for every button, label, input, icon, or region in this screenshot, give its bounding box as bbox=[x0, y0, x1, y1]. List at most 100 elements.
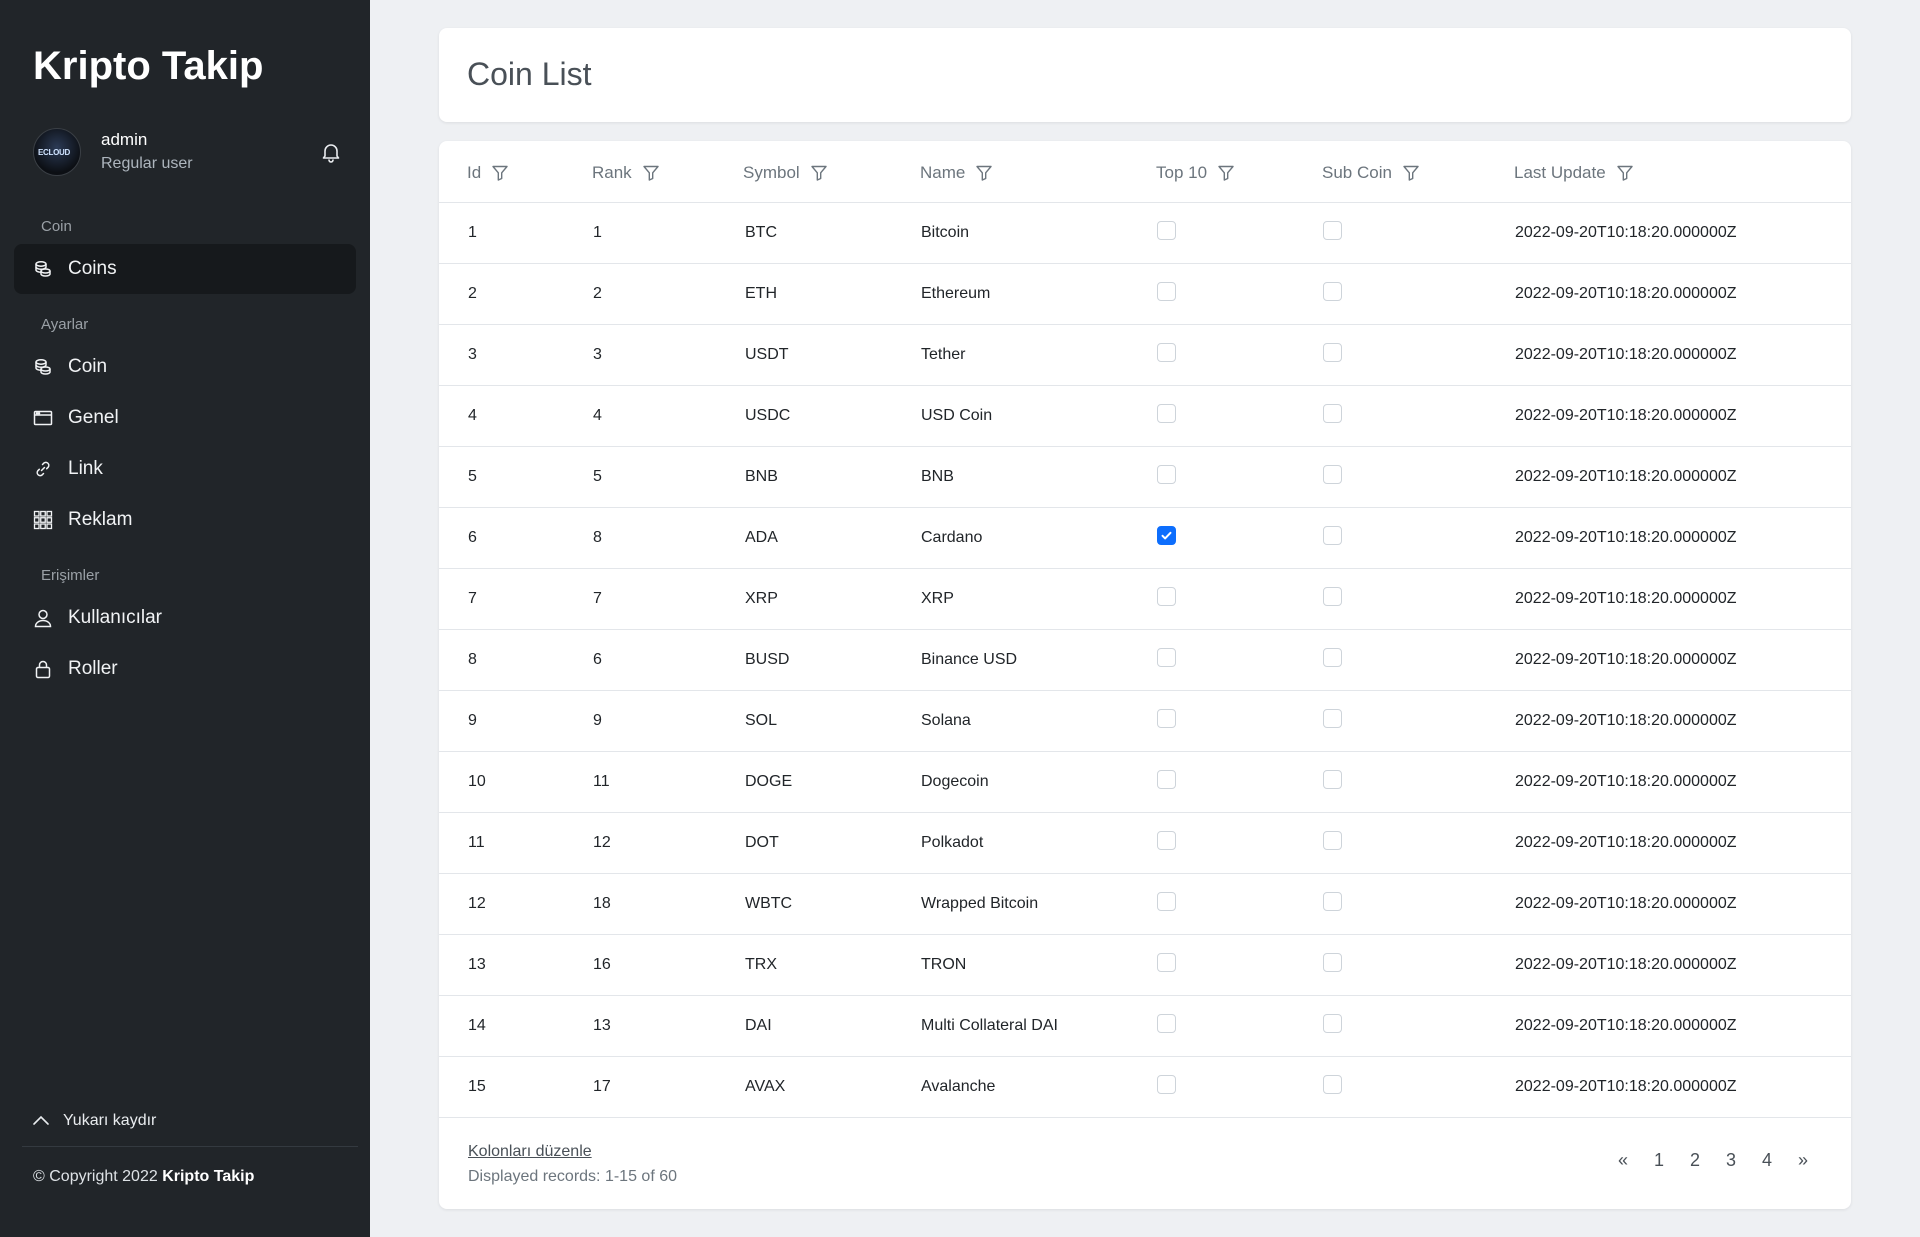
filter-icon[interactable] bbox=[642, 164, 660, 182]
sub-coin-checkbox[interactable] bbox=[1323, 343, 1342, 362]
chevron-up-icon bbox=[31, 1111, 51, 1131]
top10-checkbox[interactable] bbox=[1157, 221, 1176, 240]
filter-icon[interactable] bbox=[810, 164, 828, 182]
sub-coin-checkbox[interactable] bbox=[1323, 526, 1342, 545]
top10-checkbox[interactable] bbox=[1157, 648, 1176, 667]
page-1[interactable]: 1 bbox=[1641, 1150, 1677, 1171]
sub-coin-checkbox[interactable] bbox=[1323, 953, 1342, 972]
column-header[interactable]: Top 10 bbox=[1156, 163, 1235, 183]
sub-coin-checkbox[interactable] bbox=[1323, 831, 1342, 850]
cell-rank: 2 bbox=[593, 285, 602, 302]
table-row[interactable]: 1 1 BTC Bitcoin 2022-09-20T10:18:20.000000Z bbox=[439, 203, 1851, 264]
table-row[interactable]: 10 11 DOGE Dogecoin 2022-09-20T10:18:20.0000… bbox=[439, 752, 1851, 813]
top10-checkbox[interactable] bbox=[1157, 343, 1176, 362]
sub-coin-checkbox[interactable] bbox=[1323, 770, 1342, 789]
filter-icon[interactable] bbox=[1616, 164, 1634, 182]
table-row[interactable]: 8 6 BUSD Binance USD 2022-09-20T10:18:20.000… bbox=[439, 630, 1851, 691]
table-row[interactable]: 6 8 ADA Cardano 2022-09-20T10:18:20.000000Z bbox=[439, 508, 1851, 569]
sub-coin-checkbox[interactable] bbox=[1323, 892, 1342, 911]
column-header[interactable]: Rank bbox=[592, 163, 660, 183]
sub-coin-checkbox[interactable] bbox=[1323, 465, 1342, 484]
sub-coin-checkbox[interactable] bbox=[1323, 587, 1342, 606]
column-header[interactable]: Last Update bbox=[1514, 163, 1634, 183]
cell-name: Multi Collateral DAI bbox=[921, 1017, 1058, 1034]
table-row[interactable]: 3 3 USDT Tether 2022-09-20T10:18:20.000000Z bbox=[439, 325, 1851, 386]
sub-coin-checkbox[interactable] bbox=[1323, 709, 1342, 728]
top10-checkbox[interactable] bbox=[1157, 953, 1176, 972]
page-3[interactable]: 3 bbox=[1713, 1150, 1749, 1171]
top10-checkbox[interactable] bbox=[1157, 282, 1176, 301]
coin-table: Id Rank Symbol Name Top 10 Sub Coin Last Updat… bbox=[439, 141, 1851, 1209]
filter-icon[interactable] bbox=[1217, 164, 1235, 182]
column-header[interactable]: Name bbox=[920, 163, 993, 183]
table-row[interactable]: 15 17 AVAX Avalanche 2022-09-20T10:18:20.000… bbox=[439, 1057, 1851, 1118]
sidebar-item-reklam[interactable]: Reklam bbox=[14, 495, 356, 545]
table-row[interactable]: 9 9 SOL Solana 2022-09-20T10:18:20.000000Z bbox=[439, 691, 1851, 752]
sub-coin-checkbox[interactable] bbox=[1323, 1075, 1342, 1094]
filter-icon[interactable] bbox=[975, 164, 993, 182]
page-prev[interactable]: « bbox=[1605, 1150, 1641, 1171]
top10-checkbox[interactable] bbox=[1157, 709, 1176, 728]
table-row[interactable]: 13 16 TRX TRON 2022-09-20T10:18:20.000000Z bbox=[439, 935, 1851, 996]
filter-icon[interactable] bbox=[491, 164, 509, 182]
cell-rank: 1 bbox=[593, 224, 602, 241]
edit-columns-link[interactable]: Kolonları düzenle bbox=[468, 1143, 592, 1161]
top10-checkbox[interactable] bbox=[1157, 404, 1176, 423]
sidebar-item-label: Reklam bbox=[68, 509, 133, 530]
cell-name: Avalanche bbox=[921, 1078, 996, 1095]
cell-rank: 17 bbox=[593, 1078, 611, 1095]
cell-id: 9 bbox=[468, 712, 477, 729]
cell-last-update: 2022-09-20T10:18:20.000000Z bbox=[1515, 834, 1737, 851]
table-row[interactable]: 11 12 DOT Polkadot 2022-09-20T10:18:20.00000… bbox=[439, 813, 1851, 874]
top10-checkbox[interactable] bbox=[1157, 526, 1176, 545]
sidebar-item-kullanicilar[interactable]: Kullanıcılar bbox=[14, 593, 356, 643]
cell-name: Tether bbox=[921, 346, 966, 363]
page-2[interactable]: 2 bbox=[1677, 1150, 1713, 1171]
cell-last-update: 2022-09-20T10:18:20.000000Z bbox=[1515, 1078, 1737, 1095]
cell-rank: 12 bbox=[593, 834, 611, 851]
sidebar-item-link[interactable]: Link bbox=[14, 444, 356, 494]
table-row[interactable]: 4 4 USDC USD Coin 2022-09-20T10:18:20.000000… bbox=[439, 386, 1851, 447]
top10-checkbox[interactable] bbox=[1157, 1075, 1176, 1094]
cell-symbol: ADA bbox=[745, 529, 778, 546]
top10-checkbox[interactable] bbox=[1157, 770, 1176, 789]
sidebar-item-coin[interactable]: Coin bbox=[14, 342, 356, 392]
sub-coin-checkbox[interactable] bbox=[1323, 1014, 1342, 1033]
column-header[interactable]: Sub Coin bbox=[1322, 163, 1420, 183]
sidebar-item-roller[interactable]: Roller bbox=[14, 644, 356, 694]
sub-coin-checkbox[interactable] bbox=[1323, 648, 1342, 667]
cell-symbol: AVAX bbox=[745, 1078, 786, 1095]
sub-coin-checkbox[interactable] bbox=[1323, 282, 1342, 301]
top10-checkbox[interactable] bbox=[1157, 587, 1176, 606]
sub-coin-checkbox[interactable] bbox=[1323, 404, 1342, 423]
page-4[interactable]: 4 bbox=[1749, 1150, 1785, 1171]
sidebar-item-genel[interactable]: Genel bbox=[14, 393, 356, 443]
top10-checkbox[interactable] bbox=[1157, 831, 1176, 850]
table-row[interactable]: 7 7 XRP XRP 2022-09-20T10:18:20.000000Z bbox=[439, 569, 1851, 630]
avatar[interactable]: ECLOUD bbox=[33, 128, 81, 176]
table-row[interactable]: 5 5 BNB BNB 2022-09-20T10:18:20.000000Z bbox=[439, 447, 1851, 508]
sidebar-item-label: Link bbox=[68, 458, 103, 479]
cell-symbol: BUSD bbox=[745, 651, 790, 668]
sub-coin-checkbox[interactable] bbox=[1323, 221, 1342, 240]
table-row[interactable]: 14 13 DAI Multi Collateral DAI 2022-09-20T10… bbox=[439, 996, 1851, 1057]
top10-checkbox[interactable] bbox=[1157, 465, 1176, 484]
page-next[interactable]: » bbox=[1785, 1150, 1821, 1171]
brand-title[interactable]: Kripto Takip bbox=[33, 44, 263, 89]
sidebar: Kripto Takip ECLOUD admin Regular user C… bbox=[0, 0, 370, 1237]
table-row[interactable]: 12 18 WBTC Wrapped Bitcoin 2022-09-20T10:18:… bbox=[439, 874, 1851, 935]
scroll-up-button[interactable]: Yukarı kaydır bbox=[31, 1111, 156, 1131]
column-header[interactable]: Id bbox=[467, 163, 509, 183]
top10-checkbox[interactable] bbox=[1157, 892, 1176, 911]
user-icon bbox=[32, 607, 54, 629]
top10-checkbox[interactable] bbox=[1157, 1014, 1176, 1033]
column-header[interactable]: Symbol bbox=[743, 163, 828, 183]
table-row[interactable]: 2 2 ETH Ethereum 2022-09-20T10:18:20.000000Z bbox=[439, 264, 1851, 325]
column-label: Rank bbox=[592, 163, 632, 182]
cell-symbol: SOL bbox=[745, 712, 778, 729]
coins-icon bbox=[32, 356, 54, 378]
bell-icon[interactable] bbox=[319, 140, 343, 164]
filter-icon[interactable] bbox=[1402, 164, 1420, 182]
cell-id: 3 bbox=[468, 346, 477, 363]
sidebar-item-coins[interactable]: Coins bbox=[14, 244, 356, 294]
